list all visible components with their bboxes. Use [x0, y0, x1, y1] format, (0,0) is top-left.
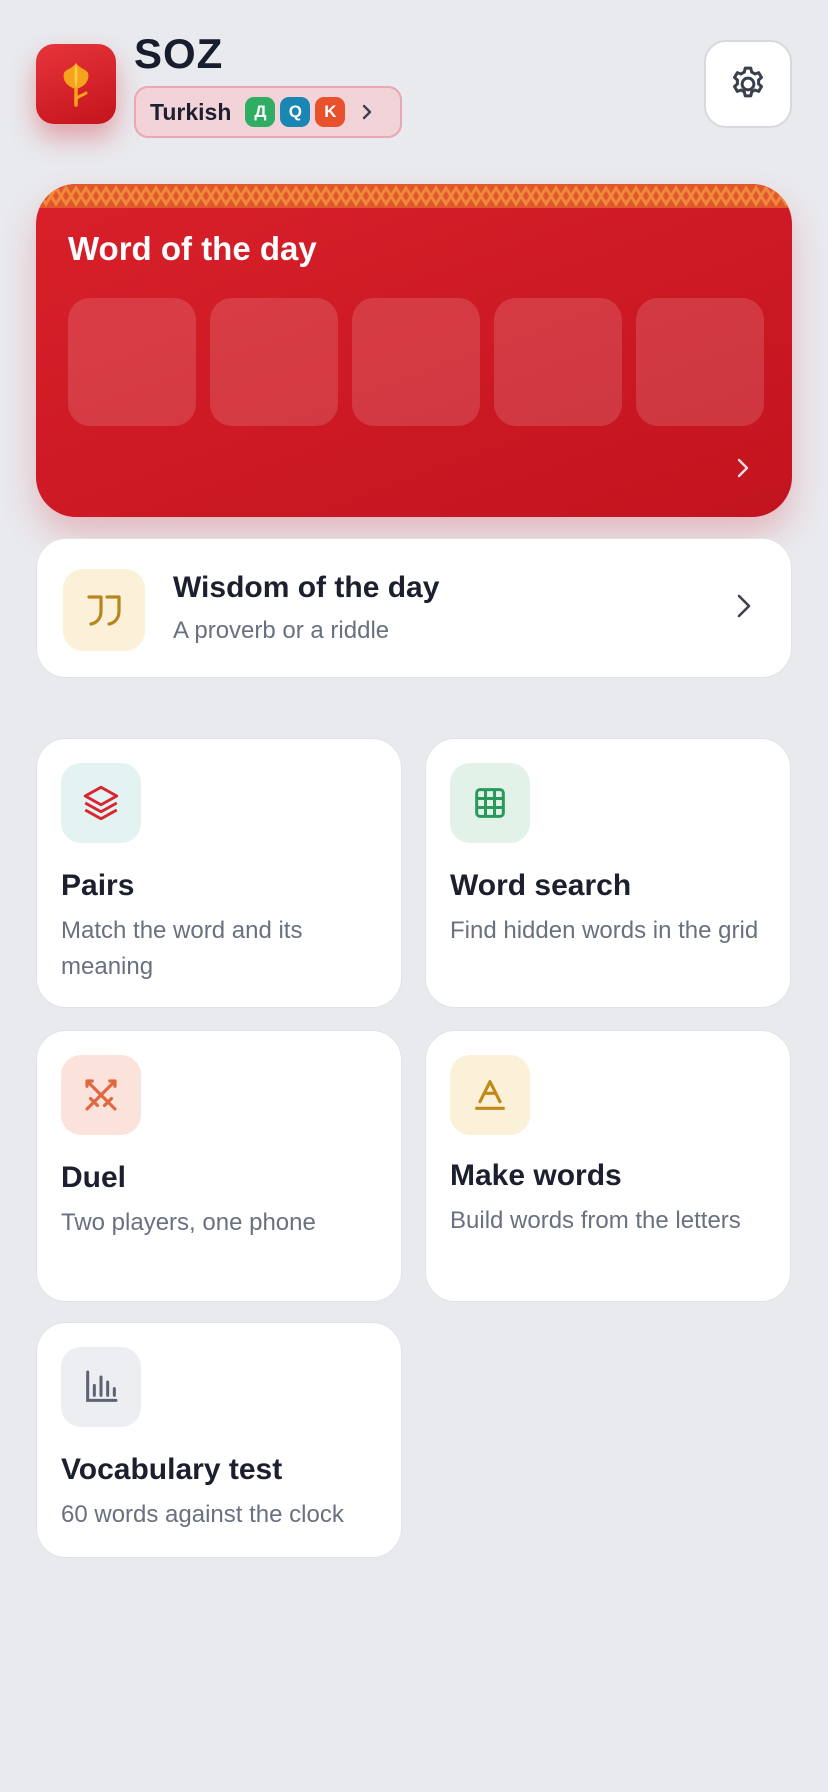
chevron-right-icon [737, 458, 749, 478]
game-card-vocabulary-test[interactable]: Vocabulary test 60 words against the clo… [36, 1322, 402, 1558]
game-description: Find hidden words in the grid [450, 917, 759, 944]
game-description: 60 words against the clock [61, 1501, 344, 1528]
game-title: Duel [61, 1161, 127, 1194]
bar-chart-icon [86, 1370, 118, 1402]
settings-button[interactable] [704, 40, 792, 128]
game-icon-box [450, 763, 530, 843]
letter-tile [494, 298, 622, 426]
letter-tile [636, 298, 764, 426]
quote-icon [87, 595, 121, 626]
game-icon-box [61, 763, 141, 843]
app-title: SOZ [134, 30, 224, 77]
wisdom-of-the-day-card[interactable]: Wisdom of the day A proverb or a riddle [36, 538, 792, 678]
word-of-the-day-title: Word of the day [68, 230, 317, 267]
chevron-right-icon [737, 594, 751, 618]
language-selector[interactable]: Turkish Д Q K [134, 86, 402, 138]
game-card-make-words[interactable]: Make words Build words from the letters [425, 1030, 791, 1302]
letter-a-icon [475, 1080, 505, 1110]
game-description: Two players, one phone [61, 1209, 316, 1236]
alphabet-badges: Д Q K [245, 97, 346, 127]
word-of-the-day-card[interactable]: Word of the day [36, 184, 792, 517]
game-title: Vocabulary test [61, 1453, 283, 1486]
letter-tile [352, 298, 480, 426]
letter-tiles [68, 298, 764, 426]
layers-icon [83, 785, 119, 821]
alphabet-badge-latin-q: Q [280, 97, 311, 127]
game-card-word-search[interactable]: Word search Find hidden words in the gri… [425, 738, 791, 1008]
game-card-pairs[interactable]: Pairs Match the word and its meaning [36, 738, 402, 1008]
alphabet-badge-cyrillic: Д [245, 97, 276, 127]
game-icon-box [450, 1055, 530, 1135]
tulip-icon [63, 63, 89, 107]
gear-icon [733, 66, 763, 98]
grid-icon [475, 788, 505, 818]
game-icon-box [61, 1055, 141, 1135]
language-name: Turkish [150, 98, 232, 125]
game-description: Match the word and its meaning [61, 917, 303, 980]
game-icon-box [61, 1347, 141, 1427]
letter-tile [68, 298, 196, 426]
swords-icon [85, 1079, 117, 1111]
wisdom-title: Wisdom of the day [173, 571, 440, 604]
wisdom-icon-box [63, 569, 145, 651]
game-card-duel[interactable]: Duel Two players, one phone [36, 1030, 402, 1302]
ornament-pattern [36, 184, 792, 208]
alphabet-badge-latin-k: K [315, 97, 346, 127]
game-title: Make words [450, 1159, 622, 1192]
game-title: Pairs [61, 869, 135, 902]
app-logo [36, 44, 116, 124]
chevron-right-icon [363, 104, 372, 120]
game-title: Word search [450, 869, 632, 902]
wisdom-subtitle: A proverb or a riddle [173, 617, 390, 644]
letter-tile [210, 298, 338, 426]
game-description: Build words from the letters [450, 1207, 741, 1234]
